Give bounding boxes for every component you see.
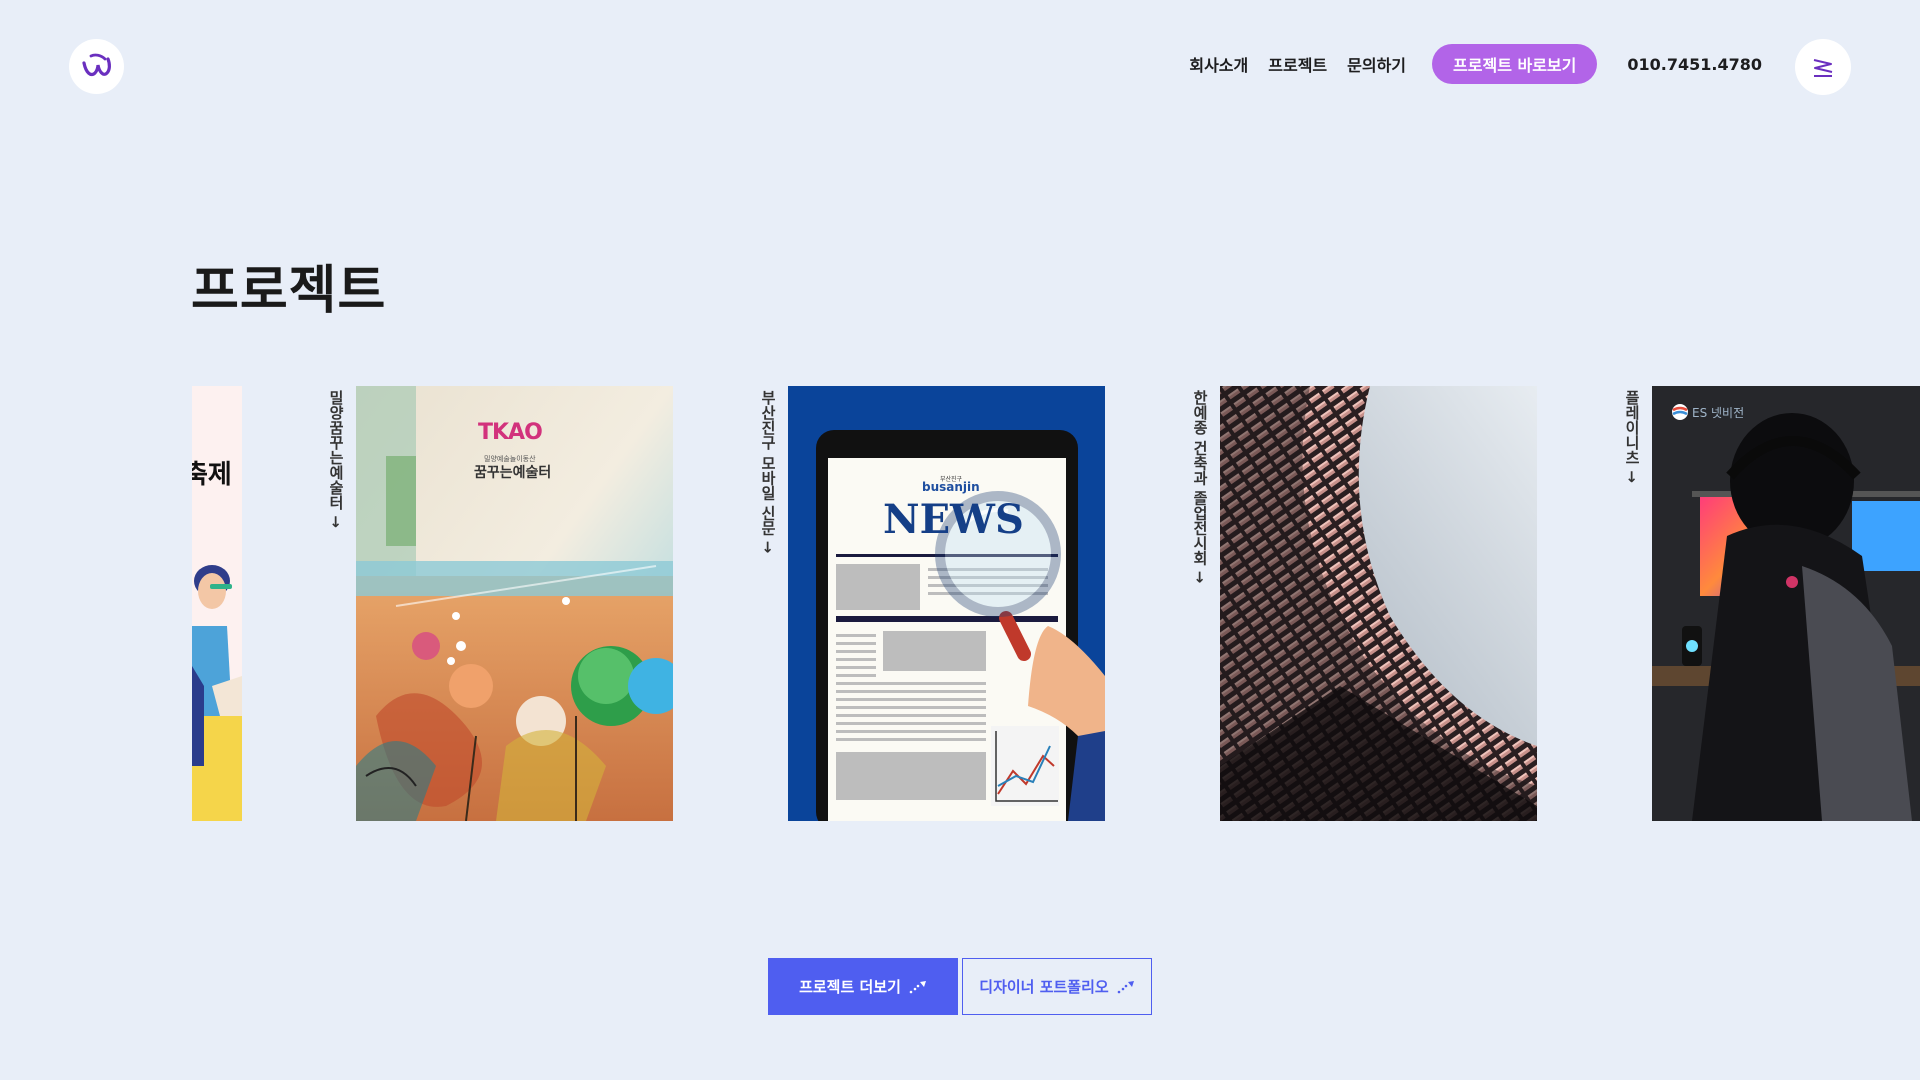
menu-icon bbox=[1813, 59, 1833, 77]
page-title: 프로젝트 bbox=[191, 261, 387, 321]
site-logo[interactable] bbox=[69, 39, 124, 94]
nav-item-about[interactable]: 회사소개 bbox=[1189, 52, 1248, 76]
thumb-brand-gaming: ES 넷비전 bbox=[1692, 406, 1745, 420]
project-thumbnail-gaming[interactable]: ES 넷비전 bbox=[1652, 386, 1920, 821]
project-card[interactable]: 부산진구 모바일 신문 → 부산진구 busanjin NEWS bbox=[759, 386, 1105, 821]
project-card[interactable]: 축제 bbox=[192, 386, 242, 821]
phone-link[interactable]: 010.7451.4780 bbox=[1627, 55, 1762, 74]
main-nav: 회사소개 프로젝트 문의하기 프로젝트 바로보기 010.7451.4780 bbox=[1189, 44, 1762, 84]
nav-item-contact[interactable]: 문의하기 bbox=[1347, 52, 1406, 76]
sparkle-arrow-icon bbox=[909, 980, 926, 993]
thumb-title-art-center: 꿈꾸는예술터 bbox=[474, 465, 552, 481]
project-caption[interactable]: 한예종 건축과 졸업전시회 → bbox=[1190, 390, 1211, 583]
project-thumbnail-architecture[interactable] bbox=[1220, 386, 1537, 821]
project-carousel[interactable]: 축제 밀양꿈꾸는예술터 → TKAO 밀양예술놀이동산 꿈꾸는예술터 부산진구 … bbox=[192, 386, 1920, 821]
more-projects-button[interactable]: 프로젝트 더보기 bbox=[768, 958, 958, 1015]
project-thumbnail-news[interactable]: 부산진구 busanjin NEWS bbox=[788, 386, 1105, 821]
designer-portfolio-label: 디자이너 포트폴리오 bbox=[979, 978, 1109, 996]
designer-portfolio-button[interactable]: 디자이너 포트폴리오 bbox=[962, 958, 1152, 1015]
thumb-brand-news: busanjin bbox=[922, 480, 980, 494]
project-caption[interactable]: 부산진구 모바일 신문 → bbox=[758, 390, 779, 553]
thumb-title-news: NEWS bbox=[883, 496, 1024, 543]
thumb-text-festival: 축제 bbox=[192, 460, 232, 490]
logo-mark-icon bbox=[81, 53, 111, 76]
project-caption[interactable]: 밀양꿈꾸는예술터 → bbox=[326, 390, 347, 528]
sparkle-arrow-icon bbox=[1117, 980, 1134, 993]
project-card[interactable]: 플레이니츠 → ES 넷비전 bbox=[1623, 386, 1920, 821]
project-thumbnail-art-center[interactable]: TKAO 밀양예술놀이동산 꿈꾸는예술터 bbox=[356, 386, 673, 821]
view-projects-button[interactable]: 프로젝트 바로보기 bbox=[1432, 44, 1598, 84]
project-caption[interactable]: 플레이니츠 → bbox=[1622, 390, 1643, 483]
brand-logo-icon bbox=[1672, 404, 1688, 420]
project-thumbnail-festival[interactable]: 축제 bbox=[192, 386, 242, 821]
project-card[interactable]: 밀양꿈꾸는예술터 → TKAO 밀양예술놀이동산 꿈꾸는예술터 bbox=[327, 386, 673, 821]
project-card[interactable]: 한예종 건축과 졸업전시회 → bbox=[1191, 386, 1537, 821]
thumb-logo-art-center: TKAO bbox=[478, 420, 543, 445]
more-projects-label: 프로젝트 더보기 bbox=[799, 978, 901, 996]
menu-button[interactable] bbox=[1795, 39, 1851, 95]
nav-item-projects[interactable]: 프로젝트 bbox=[1268, 52, 1327, 76]
